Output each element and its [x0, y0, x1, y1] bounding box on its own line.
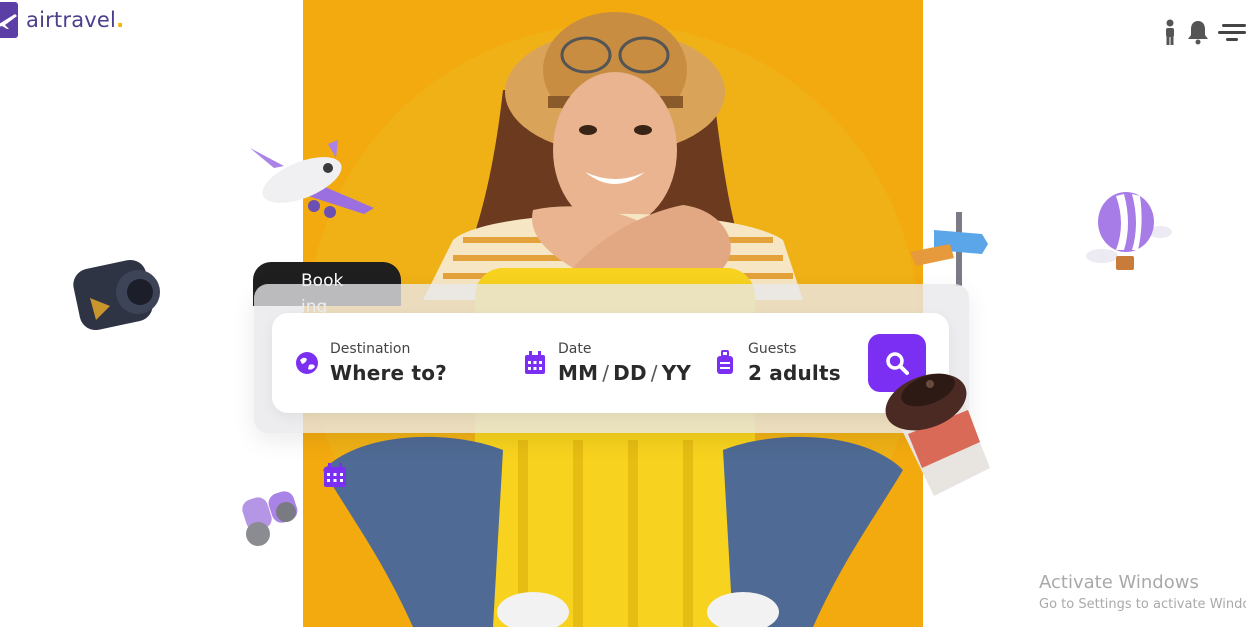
- search-form: Destination Where to? Date MM / DD / YY Gues…: [272, 313, 949, 413]
- watermark-title: Activate Windows: [1039, 572, 1199, 593]
- date-label: Date: [558, 341, 592, 357]
- header-actions: [1162, 18, 1246, 46]
- hot-air-balloon-decoration: [1086, 192, 1172, 270]
- destination-input[interactable]: Where to?: [330, 361, 447, 385]
- guests-label: Guests: [748, 341, 797, 357]
- destination-label: Destination: [330, 341, 411, 357]
- calendar-icon: [324, 463, 346, 487]
- brand-logo[interactable]: airtravel.: [0, 2, 124, 38]
- airplane-decoration: [250, 140, 374, 218]
- globe-icon: [294, 350, 320, 376]
- menu-icon[interactable]: [1218, 21, 1246, 43]
- guests-input[interactable]: 2 adults: [748, 361, 841, 385]
- camera-decoration: [73, 259, 160, 331]
- luggage-icon: [712, 350, 738, 376]
- guests-field[interactable]: Guests 2 adults: [712, 313, 841, 413]
- plane-logo-icon: [0, 2, 18, 38]
- destination-field[interactable]: Destination Where to?: [294, 313, 447, 413]
- coffee-cup-decoration: [885, 373, 990, 496]
- windows-activation-watermark: Activate Windows Go to Settings to activ…: [1039, 572, 1246, 612]
- bell-icon[interactable]: [1186, 19, 1210, 45]
- person-icon[interactable]: [1162, 18, 1178, 46]
- date-field[interactable]: Date MM / DD / YY: [522, 313, 691, 413]
- date-input[interactable]: MM / DD / YY: [558, 361, 691, 385]
- binoculars-decoration: [242, 491, 298, 546]
- watermark-subtitle: Go to Settings to activate Windows.: [1039, 597, 1246, 612]
- signpost-decoration: [910, 212, 988, 286]
- brand-name: airtravel.: [26, 8, 125, 32]
- calendar-icon: [522, 350, 548, 376]
